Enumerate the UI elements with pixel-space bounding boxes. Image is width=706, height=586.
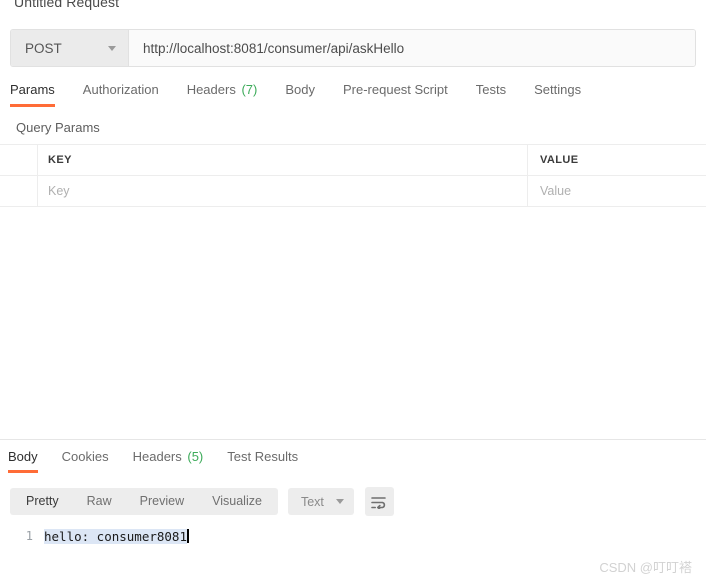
response-format-select[interactable]: Text — [287, 488, 354, 515]
http-method-label: POST — [25, 40, 62, 56]
tab-headers-count: (7) — [241, 82, 258, 97]
tab-pre-request-script[interactable]: Pre-request Script — [343, 82, 448, 107]
chevron-down-icon — [335, 499, 344, 504]
tab-body-label: Body — [285, 82, 315, 97]
tab-params-label: Params — [10, 82, 55, 97]
response-tab-cookies[interactable]: Cookies — [62, 449, 109, 473]
response-format-label: Text — [300, 494, 324, 509]
query-params-title: Query Params — [16, 120, 100, 135]
chevron-down-icon — [108, 45, 116, 51]
param-key-input[interactable]: Key — [38, 176, 528, 206]
view-mode-group: Pretty Raw Preview Visualize — [10, 488, 278, 515]
response-body-line[interactable]: hello: consumer8081 — [44, 528, 189, 544]
tab-headers-label: Headers — [186, 82, 236, 97]
row-checkbox-cell[interactable] — [0, 176, 38, 206]
tab-pre-request-script-label: Pre-request Script — [342, 82, 448, 97]
response-tab-test-results-label: Test Results — [227, 449, 299, 464]
tab-tests[interactable]: Tests — [476, 82, 506, 107]
header-checkbox-cell — [0, 145, 38, 175]
response-toolbar: Pretty Raw Preview Visualize Text — [10, 487, 394, 516]
tab-params[interactable]: Params — [10, 82, 55, 107]
view-mode-preview[interactable]: Preview — [126, 488, 198, 515]
response-tab-test-results[interactable]: Test Results — [227, 449, 298, 473]
response-tab-cookies-label: Cookies — [61, 449, 109, 464]
text-cursor — [187, 528, 189, 543]
response-tab-body-label: Body — [8, 449, 38, 464]
view-mode-pretty[interactable]: Pretty — [12, 488, 73, 515]
tab-authorization-label: Authorization — [82, 82, 159, 97]
response-tab-body[interactable]: Body — [8, 449, 38, 473]
tab-settings[interactable]: Settings — [534, 82, 581, 107]
query-params-table: KEY VALUE Key Value — [0, 144, 706, 207]
tab-headers[interactable]: Headers (7) — [187, 82, 258, 107]
request-tab-bar: Params Authorization Headers (7) Body Pr… — [10, 82, 706, 112]
wrap-lines-icon — [371, 496, 387, 509]
url-bar: POST http://localhost:8081/consumer/api/… — [10, 29, 696, 67]
tab-tests-label: Tests — [475, 82, 507, 97]
response-tab-headers[interactable]: Headers (5) — [133, 449, 204, 473]
response-tab-bar: Body Cookies Headers (5) Test Results — [8, 449, 322, 473]
table-row[interactable]: Key Value — [0, 176, 706, 207]
http-method-select[interactable]: POST — [11, 30, 129, 66]
table-header-row: KEY VALUE — [0, 145, 706, 176]
url-input[interactable]: http://localhost:8081/consumer/api/askHe… — [129, 30, 695, 66]
view-mode-visualize[interactable]: Visualize — [198, 488, 276, 515]
watermark: CSDN @叮叮褡 — [599, 560, 692, 575]
column-header-value: VALUE — [540, 154, 579, 166]
wrap-lines-button[interactable] — [364, 487, 394, 516]
tab-settings-label: Settings — [534, 82, 582, 97]
tab-body[interactable]: Body — [285, 82, 315, 107]
column-header-key: KEY — [38, 145, 528, 175]
param-value-input[interactable]: Value — [528, 176, 706, 206]
response-body-editor[interactable]: 1 hello: consumer8081 — [0, 524, 706, 548]
request-title: Untitled Request — [14, 0, 120, 10]
response-body-text: hello: consumer8081 — [44, 528, 187, 544]
tab-authorization[interactable]: Authorization — [83, 82, 159, 107]
response-tab-headers-label: Headers — [132, 449, 182, 464]
response-tab-headers-count: (5) — [187, 449, 204, 464]
pane-divider — [0, 439, 706, 440]
line-number: 1 — [25, 529, 33, 543]
view-mode-raw[interactable]: Raw — [73, 488, 126, 515]
